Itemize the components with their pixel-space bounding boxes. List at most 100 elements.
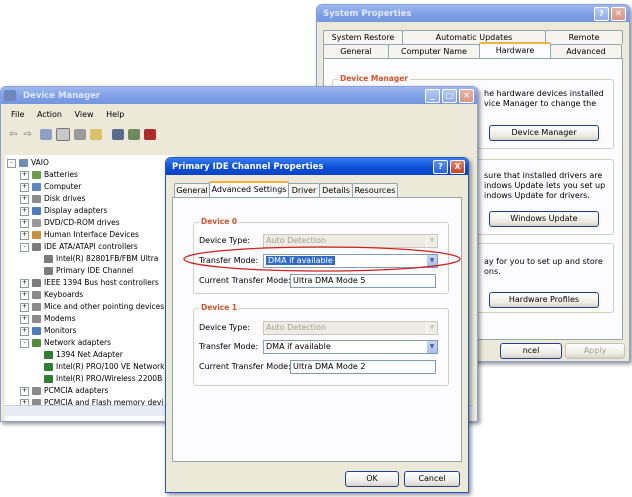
- uninstall-icon[interactable]: [143, 128, 156, 140]
- tab-remote[interactable]: Remote: [545, 30, 623, 44]
- device-manager-titlebar[interactable]: Device Manager _ □ ✕: [1, 87, 477, 104]
- tab-hardware[interactable]: Hardware: [479, 42, 551, 58]
- device1-current-label: Current Transfer Mode:: [199, 362, 291, 371]
- close-button[interactable]: ✕: [459, 88, 474, 103]
- expand-icon[interactable]: +: [20, 194, 29, 204]
- tab-advanced[interactable]: Advanced: [550, 44, 622, 58]
- tree-node-label: Primary IDE Channel: [56, 266, 134, 275]
- tab-general[interactable]: General: [323, 44, 389, 58]
- tree-node[interactable]: + DVD/CD-ROM drives: [20, 217, 120, 229]
- device-icon: [32, 195, 41, 203]
- update-driver-icon[interactable]: [127, 128, 140, 140]
- ide-properties-titlebar[interactable]: Primary IDE Channel Properties ? X: [166, 158, 468, 175]
- tab-driver[interactable]: Driver: [288, 183, 320, 197]
- device0-current-value: Ultra DMA Mode 5: [290, 274, 436, 288]
- help-button[interactable]: ?: [594, 6, 609, 21]
- device0-transfer-label: Transfer Mode:: [199, 256, 259, 265]
- help-button[interactable]: ?: [433, 159, 448, 174]
- tree-node[interactable]: + Modems: [20, 313, 76, 325]
- menu-action[interactable]: Action: [37, 110, 62, 119]
- tree-node[interactable]: + Display adapters: [20, 205, 107, 217]
- window-title: Primary IDE Channel Properties: [172, 161, 324, 172]
- collapse-icon[interactable]: -: [20, 338, 29, 348]
- window-title: Device Manager: [23, 90, 101, 101]
- tab-resources[interactable]: Resources: [352, 183, 398, 197]
- forward-icon[interactable]: ⇨: [23, 129, 31, 140]
- hardware-profiles-button[interactable]: Hardware Profiles: [489, 292, 599, 308]
- collapse-icon[interactable]: -: [7, 158, 16, 168]
- expand-icon[interactable]: +: [20, 302, 29, 312]
- system-properties-titlebar[interactable]: System Properties ? ✕: [317, 5, 629, 22]
- windows-update-button[interactable]: Windows Update: [489, 211, 599, 227]
- tree-node[interactable]: + Monitors: [20, 325, 76, 337]
- expand-icon[interactable]: +: [20, 206, 29, 216]
- tab-advanced-settings[interactable]: Advanced Settings: [209, 181, 289, 197]
- tab-computer-name[interactable]: Computer Name: [388, 44, 480, 58]
- tab-system-restore[interactable]: System Restore: [323, 30, 403, 44]
- scan-hardware-icon[interactable]: [111, 128, 124, 140]
- properties-icon[interactable]: [55, 127, 70, 141]
- device-tree[interactable]: - VAIO + Batteries + Computer + Disk drives + Dis…: [5, 155, 175, 421]
- device1-transfer-value: DMA if available: [266, 342, 331, 351]
- minimize-button[interactable]: _: [425, 88, 440, 103]
- tree-node[interactable]: Primary IDE Channel: [33, 265, 133, 277]
- tree-node[interactable]: - VAIO: [7, 157, 49, 169]
- chevron-down-icon[interactable]: ▼: [426, 255, 437, 267]
- close-button[interactable]: X: [450, 159, 465, 174]
- expand-icon[interactable]: +: [20, 182, 29, 192]
- close-button[interactable]: ✕: [611, 6, 626, 21]
- tree-node[interactable]: + Batteries: [20, 169, 78, 181]
- tree-node[interactable]: + PCMCIA adapters: [20, 385, 108, 397]
- print-icon[interactable]: [73, 128, 86, 140]
- tree-node[interactable]: Intel(R) PRO/Wireless 2200B: [33, 373, 162, 385]
- tree-node[interactable]: Intel(R) PRO/100 VE Network: [33, 361, 164, 373]
- ok-button[interactable]: OK: [345, 471, 399, 487]
- menu-view[interactable]: View: [75, 110, 94, 119]
- profiles-text-1: ay for you to set up and store: [484, 257, 603, 266]
- device1-type-select[interactable]: Auto Detection ▼: [263, 321, 438, 335]
- expand-icon[interactable]: +: [20, 314, 29, 324]
- expand-icon[interactable]: +: [20, 230, 29, 240]
- tree-node[interactable]: + IEEE 1394 Bus host controllers: [20, 277, 159, 289]
- expand-icon[interactable]: +: [20, 326, 29, 336]
- device1-type-value: Auto Detection: [266, 323, 326, 332]
- device0-transfer-select[interactable]: DMA if available ▼: [263, 254, 438, 268]
- device-manager-button[interactable]: Device Manager: [489, 125, 599, 141]
- device1-transfer-select[interactable]: DMA if available ▼: [263, 340, 438, 354]
- window-title: System Properties: [323, 8, 412, 19]
- tree-node-label: DVD/CD-ROM drives: [44, 218, 120, 227]
- tree-node[interactable]: - IDE ATA/ATAPI controllers: [20, 241, 138, 253]
- chevron-down-icon[interactable]: ▼: [426, 341, 437, 353]
- tree-node[interactable]: - Network adapters: [20, 337, 111, 349]
- help-icon[interactable]: [89, 128, 102, 140]
- tree-node[interactable]: + Computer: [20, 181, 81, 193]
- expand-icon[interactable]: +: [20, 290, 29, 300]
- expand-icon[interactable]: +: [20, 278, 29, 288]
- tree-node[interactable]: + Keyboards: [20, 289, 83, 301]
- tree-node[interactable]: + Mice and other pointing devices: [20, 301, 164, 313]
- device1-type-label: Device Type:: [199, 323, 250, 332]
- device0-transfer-value: DMA if available: [266, 256, 335, 265]
- tree-node[interactable]: + Human Interface Devices: [20, 229, 139, 241]
- cancel-button[interactable]: Cancel: [404, 471, 460, 487]
- expand-icon[interactable]: +: [20, 170, 29, 180]
- maximize-button[interactable]: □: [442, 88, 457, 103]
- tree-node[interactable]: + Disk drives: [20, 193, 85, 205]
- collapse-icon[interactable]: -: [20, 242, 29, 252]
- device-icon: [32, 219, 41, 227]
- menu-help[interactable]: Help: [106, 110, 124, 119]
- apply-button[interactable]: Apply: [565, 343, 625, 359]
- expand-icon[interactable]: +: [20, 218, 29, 228]
- sys-cancel-button[interactable]: ncel: [500, 343, 562, 359]
- tree-node[interactable]: Intel(R) 82801FB/FBM Ultra: [33, 253, 158, 265]
- tab-general[interactable]: General: [174, 183, 210, 197]
- device0-type-select[interactable]: Auto Detection ▼: [263, 234, 438, 248]
- device-icon: [32, 231, 41, 239]
- back-icon[interactable]: ⇦: [9, 129, 17, 140]
- menu-file[interactable]: File: [11, 110, 24, 119]
- tab-details[interactable]: Details: [319, 183, 353, 197]
- tree-node-label: Batteries: [44, 170, 78, 179]
- expand-icon[interactable]: +: [20, 386, 29, 396]
- tree-node[interactable]: 1394 Net Adapter: [33, 349, 123, 361]
- properties-view-icon[interactable]: [39, 128, 52, 140]
